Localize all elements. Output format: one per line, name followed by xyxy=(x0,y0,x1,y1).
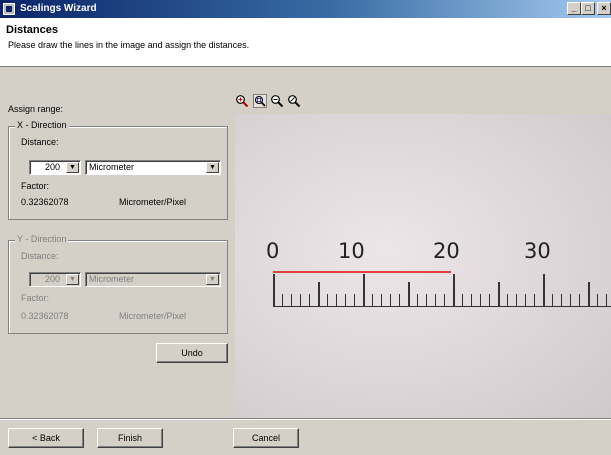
zoom-out-icon[interactable] xyxy=(270,94,284,108)
cancel-button[interactable]: Cancel xyxy=(233,428,299,448)
distance-line[interactable] xyxy=(273,271,451,273)
maximize-button[interactable]: □ xyxy=(581,2,595,15)
zoom-fit-icon[interactable] xyxy=(253,94,267,108)
x-factor-value: 0.32362078 xyxy=(21,197,69,207)
finish-button[interactable]: Finish xyxy=(97,428,163,448)
x-unit-value: Micrometer xyxy=(89,162,135,172)
ruler-tick xyxy=(471,294,472,306)
app-icon xyxy=(3,3,15,15)
ruler-tick xyxy=(327,294,328,306)
ruler-tick xyxy=(561,294,562,306)
y-distance-select[interactable]: 200 ▼ xyxy=(29,272,81,287)
window-controls: _ □ × xyxy=(567,2,611,15)
x-unit-select[interactable]: Micrometer ▼ xyxy=(85,160,221,175)
ruler-tick xyxy=(588,282,590,306)
ruler-tick xyxy=(597,294,598,306)
x-distance-value: 200 xyxy=(44,162,60,172)
ruler-label-30: 30 xyxy=(524,239,551,263)
assign-range-label: Assign range: xyxy=(8,104,64,114)
ruler-label-20: 20 xyxy=(433,239,460,263)
footer-separator xyxy=(0,418,611,420)
x-factor-label: Factor: xyxy=(21,181,50,191)
ruler-tick xyxy=(282,294,283,306)
wizard-header: Distances Please draw the lines in the i… xyxy=(0,18,611,67)
minimize-button[interactable]: _ xyxy=(567,2,581,15)
chevron-down-icon[interactable]: ▼ xyxy=(206,274,219,285)
ruler-tick xyxy=(381,294,382,306)
ruler-baseline xyxy=(273,306,611,307)
ruler-tick xyxy=(273,274,275,306)
close-button[interactable]: × xyxy=(597,2,611,15)
chevron-down-icon[interactable]: ▼ xyxy=(66,162,79,173)
ruler-tick xyxy=(435,294,436,306)
y-factor-unit: Micrometer/Pixel xyxy=(119,311,187,321)
ruler-tick xyxy=(516,294,517,306)
microscope-image[interactable]: 0 10 20 30 xyxy=(235,114,611,418)
x-direction-legend: X - Direction xyxy=(15,120,69,130)
ruler-tick xyxy=(309,294,310,306)
y-factor-label: Factor: xyxy=(21,293,50,303)
ruler-tick xyxy=(408,282,410,306)
ruler-tick xyxy=(543,274,545,306)
ruler-tick xyxy=(336,294,337,306)
ruler-tick xyxy=(354,294,355,306)
y-distance-value: 200 xyxy=(44,274,60,284)
y-direction-legend: Y - Direction xyxy=(15,234,69,244)
chevron-down-icon[interactable]: ▼ xyxy=(206,162,219,173)
ruler-tick xyxy=(507,294,508,306)
ruler-tick xyxy=(363,274,365,306)
ruler-tick xyxy=(390,294,391,306)
ruler-label-0: 0 xyxy=(266,239,280,263)
ruler-tick xyxy=(426,294,427,306)
page-description: Please draw the lines in the image and a… xyxy=(8,40,250,50)
ruler-tick xyxy=(489,294,490,306)
ruler-tick xyxy=(579,294,580,306)
undo-button[interactable]: Undo xyxy=(156,343,228,363)
x-direction-group: X - Direction Distance: 200 ▼ Micrometer… xyxy=(8,120,228,220)
page-title: Distances xyxy=(6,24,58,36)
ruler-tick xyxy=(399,294,400,306)
ruler-tick xyxy=(372,294,373,306)
ruler-tick xyxy=(552,294,553,306)
x-factor-unit: Micrometer/Pixel xyxy=(119,197,187,207)
title-bar[interactable]: Scalings Wizard _ □ × xyxy=(0,0,611,18)
window-title: Scalings Wizard xyxy=(20,3,97,14)
ruler-tick xyxy=(534,294,535,306)
zoom-in-icon[interactable] xyxy=(235,94,249,108)
ruler-tick xyxy=(570,294,571,306)
ruler-tick xyxy=(291,294,292,306)
chevron-down-icon[interactable]: ▼ xyxy=(66,274,79,285)
ruler-tick xyxy=(606,294,607,306)
ruler-tick xyxy=(345,294,346,306)
ruler-tick xyxy=(453,274,455,306)
ruler-tick xyxy=(318,282,320,306)
ruler-label-10: 10 xyxy=(338,239,365,263)
y-unit-value: Micrometer xyxy=(89,274,135,284)
ruler-tick xyxy=(498,282,500,306)
ruler-tick xyxy=(525,294,526,306)
back-button[interactable]: < Back xyxy=(8,428,84,448)
zoom-reset-icon[interactable] xyxy=(287,94,301,108)
ruler-tick xyxy=(417,294,418,306)
y-distance-label: Distance: xyxy=(21,251,59,261)
y-unit-select[interactable]: Micrometer ▼ xyxy=(85,272,221,287)
ruler-tick xyxy=(462,294,463,306)
y-direction-group: Y - Direction Distance: 200 ▼ Micrometer… xyxy=(8,234,228,334)
ruler-tick xyxy=(444,294,445,306)
y-factor-value: 0.32362078 xyxy=(21,311,69,321)
x-distance-label: Distance: xyxy=(21,137,59,147)
ruler-tick xyxy=(300,294,301,306)
ruler-tick xyxy=(480,294,481,306)
x-distance-select[interactable]: 200 ▼ xyxy=(29,160,81,175)
